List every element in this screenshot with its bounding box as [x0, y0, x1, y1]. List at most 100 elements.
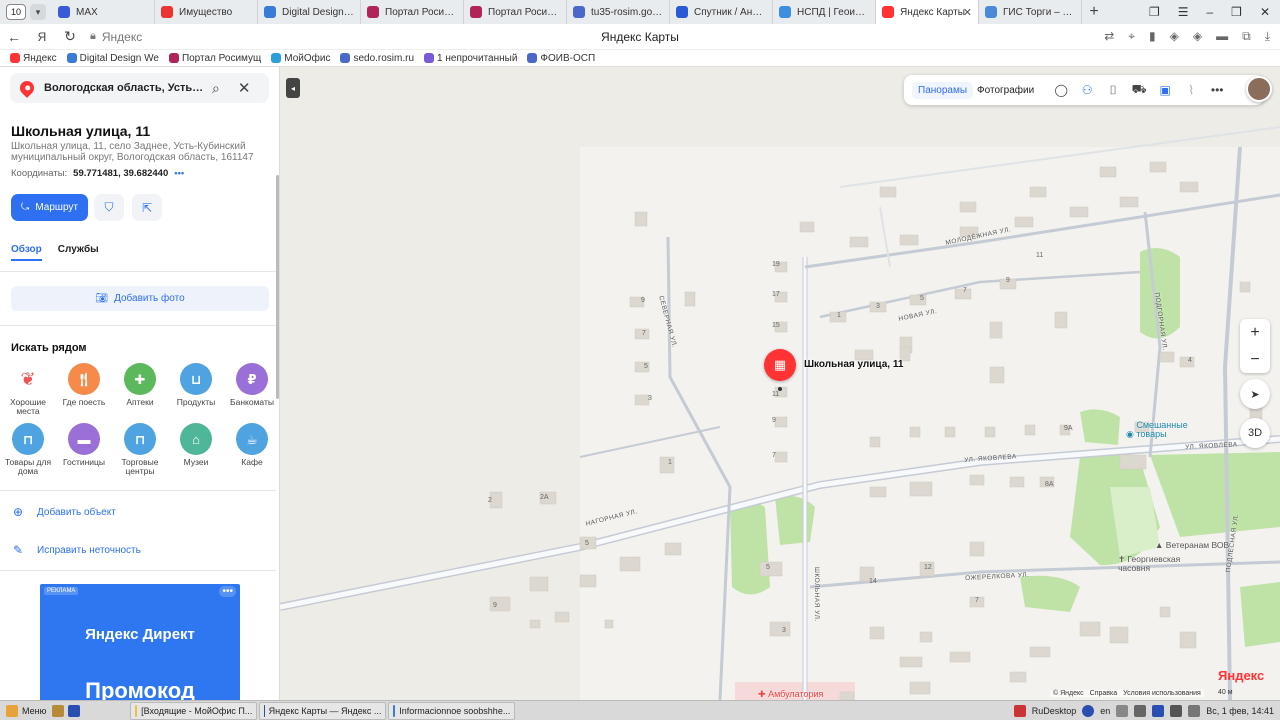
zoom-out-button[interactable]: − — [1240, 346, 1270, 373]
traffic-icon[interactable]: ⚇ — [1074, 83, 1100, 97]
nearby-category[interactable]: ₽Банкоматы — [224, 363, 280, 407]
layers-icon[interactable]: ◯ — [1048, 83, 1074, 97]
tray-icon[interactable] — [1152, 705, 1164, 717]
nearby-category[interactable]: ✚Аптеки — [112, 363, 168, 407]
nearby-category[interactable]: ☕︎Кафе — [224, 423, 280, 467]
taskbar-window[interactable]: [Входящие - МойОфис П... — [130, 702, 257, 720]
yandex-home-icon[interactable]: Я — [28, 30, 56, 44]
avatar[interactable] — [1246, 76, 1272, 102]
bookmark-item[interactable]: sedo.rosim.ru — [340, 53, 414, 64]
start-menu-button[interactable]: Меню — [0, 701, 52, 721]
bookmark-item[interactable]: ФОИВ-ОСП — [527, 53, 595, 64]
bookmark-button[interactable]: ⛉ — [94, 194, 124, 221]
more-icon[interactable]: ••• — [174, 168, 184, 179]
collapse-panel-button[interactable]: ◂ — [286, 78, 300, 98]
browser-tab[interactable]: Портал Росимущ — [464, 0, 567, 24]
copyright-link[interactable]: © Яндекс — [1053, 690, 1084, 697]
browser-tab[interactable]: MAX — [52, 0, 155, 24]
rudesktop-label[interactable]: RuDesktop — [1032, 706, 1077, 716]
taskbar-window[interactable]: Яндекс Карты — Яндекс ... — [259, 702, 386, 720]
browser-tab[interactable]: Digital Design Web — [258, 0, 361, 24]
clock[interactable]: Вс, 1 фев, 14:41 — [1206, 706, 1274, 716]
bookmark-item[interactable]: 1 непрочитанный — [424, 53, 517, 64]
tray-icon[interactable] — [1134, 705, 1146, 717]
tab-manager-icon[interactable]: ❐ — [1149, 5, 1160, 19]
share-icon[interactable]: ⇄ — [1104, 29, 1114, 44]
bookmark-icon[interactable]: ▮ — [1149, 29, 1156, 44]
browser-tab[interactable]: НСПД | Геоинфор — [773, 0, 876, 24]
extension-icon-2[interactable]: ◈ — [1193, 29, 1202, 44]
tab-services[interactable]: Службы — [58, 244, 99, 261]
nearby-category[interactable]: ⊔Продукты — [168, 363, 224, 407]
files-icon[interactable] — [52, 705, 64, 717]
nearby-category[interactable]: 🍴︎Где поесть — [56, 363, 112, 407]
tray-icon[interactable] — [1116, 705, 1128, 717]
search-box[interactable]: Вологодская область, Усть - Кубинский ⌕ … — [10, 73, 269, 103]
menu-icon[interactable]: ☰ — [1178, 5, 1189, 19]
camera-icon[interactable]: ⌷ — [1100, 83, 1126, 98]
bookmark-item[interactable]: Яндекс — [10, 53, 57, 64]
nearby-category[interactable]: ▬Гостиницы — [56, 423, 112, 467]
back-icon[interactable]: ← — [0, 29, 28, 45]
more-icon[interactable]: ••• — [1204, 83, 1230, 97]
ad-banner[interactable]: РЕКЛАМА ••• Яндекс Директ Промокод — [40, 584, 240, 700]
bookmark-item[interactable]: Digital Design We — [67, 53, 159, 64]
route-button[interactable]: ⤿ Маршрут — [11, 194, 88, 221]
browser-tab[interactable]: Спутник / Аналит — [670, 0, 773, 24]
fix-inaccuracy-link[interactable]: ✎ Исправить неточность — [11, 543, 141, 557]
zoom-in-button[interactable]: + — [1240, 319, 1270, 346]
rudesktop-icon[interactable] — [1014, 705, 1026, 717]
nearby-category[interactable]: ⌂Музеи — [168, 423, 224, 467]
restore-icon[interactable]: ❒ — [1231, 5, 1242, 19]
terms-link[interactable]: Условия использования — [1123, 690, 1201, 697]
browser-tab[interactable]: Имущество — [155, 0, 258, 24]
sidebar-icon[interactable]: ⧉ — [1242, 29, 1251, 44]
browser-tab[interactable]: Яндекс Карты✕ — [876, 0, 979, 24]
tabs-dropdown-icon[interactable]: ▾ — [30, 4, 46, 20]
help-link[interactable]: Справка — [1090, 690, 1117, 697]
language-indicator[interactable]: en — [1100, 706, 1110, 716]
share-button[interactable]: ⇱ — [132, 194, 162, 221]
panel-scrollbar[interactable] — [276, 175, 279, 399]
extension-icon-3[interactable]: ▬ — [1216, 29, 1228, 44]
marker-label[interactable]: Школьная улица, 11 — [804, 359, 903, 370]
bookmark-item[interactable]: МойОфис — [271, 53, 330, 64]
browser-tab[interactable]: Портал Росимущ — [361, 0, 464, 24]
search-icon[interactable]: ⌕ — [212, 80, 220, 97]
tab-overview[interactable]: Обзор — [11, 244, 42, 261]
nearby-category[interactable]: ⊓Торговые центры — [112, 423, 168, 476]
ruler-icon[interactable]: ⌇ — [1178, 83, 1204, 97]
poi-shop[interactable]: ◉ Смешанные товары — [1126, 421, 1192, 439]
transport-icon[interactable]: ⛟ — [1126, 82, 1152, 98]
locate-button[interactable]: ➤ — [1240, 379, 1270, 409]
reload-icon[interactable]: ↻ — [56, 28, 84, 45]
taskbar-window[interactable]: Informacionnoe soobshhe... — [388, 702, 515, 720]
extension-icon[interactable]: ◈ — [1170, 29, 1179, 44]
poi-hospital[interactable]: ✚ Амбулатория — [758, 689, 823, 700]
location-icon[interactable]: ⌖ — [1128, 29, 1135, 44]
yandex-browser-icon[interactable] — [1082, 705, 1094, 717]
address-host[interactable]: Яндекс — [102, 30, 142, 44]
tab-count-badge[interactable]: 10 — [6, 4, 26, 20]
bookmark-item[interactable]: Портал Росимущ — [169, 53, 261, 64]
photos-button[interactable]: Фотографии — [977, 85, 1034, 96]
poi-chapel[interactable]: ✝ Георгиевская часовня — [1118, 555, 1188, 573]
new-tab-button[interactable]: + — [1082, 3, 1106, 21]
add-photo-button[interactable]: 📷︎ Добавить фото — [11, 286, 269, 311]
browser-tab[interactable]: ГИС Торги – прод — [979, 0, 1082, 24]
panoramas-button[interactable]: Панорамы — [912, 82, 973, 99]
poi-memorial[interactable]: ▲ Ветеранам ВОВ — [1155, 541, 1229, 550]
nearby-category[interactable]: ❦Хорошие места — [0, 363, 56, 416]
3d-button[interactable]: 3D — [1240, 418, 1270, 448]
browser-tab[interactable]: tu35-rosim.goswe — [567, 0, 670, 24]
browser-icon[interactable] — [68, 705, 80, 717]
volume-icon[interactable] — [1188, 705, 1200, 717]
close-icon[interactable]: ✕ — [238, 79, 251, 97]
nearby-category[interactable]: ⊓Товары для дома — [0, 423, 56, 476]
ad-more-icon[interactable]: ••• — [219, 586, 236, 597]
search-input[interactable]: Вологодская область, Усть - Кубинский — [44, 82, 206, 94]
close-window-icon[interactable]: ✕ — [1260, 5, 1270, 19]
coords-value[interactable]: 59.771481, 39.682440 — [73, 168, 168, 179]
network-icon[interactable] — [1170, 705, 1182, 717]
map-layers-icon[interactable]: ▣ — [1152, 83, 1178, 97]
